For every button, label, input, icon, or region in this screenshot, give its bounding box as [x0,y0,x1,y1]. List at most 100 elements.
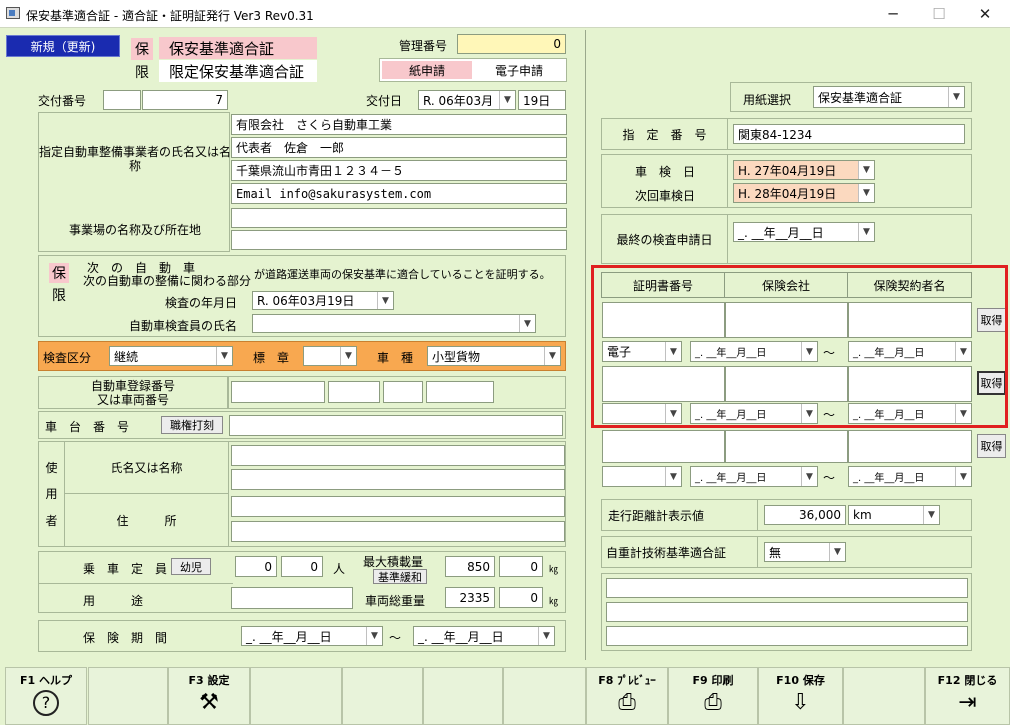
user-address-field-2[interactable] [231,521,565,542]
meter-value-field[interactable]: 36,000 [764,505,846,525]
shop-name-field[interactable]: 有限会社 さくら自動車工業 [231,114,567,135]
tab-electronic[interactable]: 電子申請 [474,61,564,79]
youji-button[interactable]: 幼児 [171,558,211,575]
kanri-number-field[interactable]: 0 [457,34,566,54]
ins3-type-select[interactable]: ▼ [602,466,682,487]
f9-print-key[interactable]: F9 印刷 ⎙ [668,667,758,725]
highlight-box [591,265,1008,428]
kijun-kanwa-button[interactable]: 基準緩和 [373,569,427,584]
f5-key[interactable] [342,667,423,725]
paper-select-row: 用紙選択 保安基準適合証 ▼ [730,82,972,112]
ins3-to-select[interactable]: _. __年__月__日 ▼ [848,466,972,487]
chassis-stamp-button[interactable]: 職権打刻 [161,416,223,434]
stmt-text: が道路運送車両の保安基準に適合していることを証明する。 [254,268,551,281]
total-weight-label: 車両総重量 [365,594,426,608]
maximize-button[interactable]: ☐ [916,0,962,28]
shitei-field[interactable]: 関東84-1234 [733,124,965,144]
kofu-date-month: R. 06年03月 [423,93,494,108]
minimize-button[interactable]: ─ [870,0,916,28]
jousha-b-field[interactable]: 0 [281,556,323,577]
kofu-prefix-field[interactable] [103,90,141,110]
app-icon [6,7,20,19]
reg-number-field[interactable] [426,381,494,403]
last-inspection-select[interactable]: _. __年__月__日 ▼ [733,222,875,242]
ins3-holder-field[interactable] [848,430,972,463]
shitei-row: 指 定 番 号 関東84-1234 [601,118,972,150]
new-mode-badge[interactable]: 新規（更新) [6,35,120,57]
close-button[interactable]: ✕ [962,0,1008,28]
window-title: 保安基準適合証 - 適合証・証明証発行 Ver3 Rev0.31 [26,9,314,23]
f7-key[interactable] [503,667,586,725]
insurance-from-select[interactable]: _. __年__月__日 ▼ [241,626,383,646]
column-divider [585,30,586,660]
jiju-value: 無 [769,545,782,560]
f3-settings-key[interactable]: F3 設定 ⚒ [168,667,250,725]
shop-rep-field[interactable]: 代表者 佐倉 一郎 [231,137,567,158]
f4-key[interactable] [250,667,342,725]
cert-type-standard[interactable]: 保安基準適合証 [159,37,317,59]
f3-settings-key-label: F3 設定 [188,674,230,687]
user-panel: 使 用 者 氏名又は名称 住 所 [38,441,566,547]
application-tabs: 紙申請 電子申請 [379,58,567,82]
reg-area-field[interactable] [231,381,325,403]
jiju-select[interactable]: 無 ▼ [764,542,846,562]
ins3-from-select[interactable]: _. __年__月__日 ▼ [690,466,818,487]
user-name-field-2[interactable] [231,469,565,490]
paper-select[interactable]: 保安基準適合証 ▼ [813,86,965,108]
next-shaken-select[interactable]: H. 28年04月19日 ▼ [733,183,875,203]
total-a-field[interactable]: 2335 [445,587,495,608]
remarks-field-3[interactable] [606,626,968,646]
max-load-a-field[interactable]: 850 [445,556,495,577]
chevron-down-icon: ▼ [858,161,874,179]
reg-kana-field[interactable] [383,381,423,403]
youto-field[interactable] [231,587,353,609]
kubun-select[interactable]: 継続 ▼ [109,346,233,366]
location-field-2[interactable] [231,230,567,250]
kofu-date-select[interactable]: R. 06年03月 ▼ [418,90,516,110]
cert-statement-panel: 保 限 次 の 自 動 車 次の自動車の整備に関わる部分 が道路運送車両の保安基… [38,255,566,337]
ins3-insurer-field[interactable] [725,430,848,463]
shop-email-field[interactable]: Email info@sakurasystem.com [231,183,567,204]
chevron-down-icon: ▼ [519,315,535,332]
shaken-date-select[interactable]: H. 27年04月19日 ▼ [733,160,875,180]
insurance-to-select[interactable]: _. __年__月__日 ▼ [413,626,555,646]
reg-number-panel [228,376,566,409]
kofu-number-field[interactable]: 7 [142,90,228,110]
f11-key[interactable] [843,667,925,725]
f12-close-key[interactable]: F12 閉じる ⇥ [925,667,1010,725]
chassis-label: 車 台 番 号 [45,420,130,434]
f1-help-key[interactable]: F1 ヘルプ? [5,667,87,725]
inspect-date-value: R. 06年03月19日 [257,294,355,308]
ins3-cert-field[interactable] [602,430,725,463]
f8-preview-key[interactable]: F8 ﾌﾟﾚﾋﾞｭｰ ⎙ [586,667,668,725]
hyosho-select[interactable]: ▼ [303,346,357,366]
remarks-field-1[interactable] [606,578,968,598]
kg-unit-2: ㎏ [549,597,559,607]
inspector-select[interactable]: ▼ [252,314,536,333]
chassis-number-field[interactable] [229,415,563,436]
gen-char: 限 [135,65,149,81]
cert-type-limited[interactable]: 限定保安基準適合証 [159,60,317,82]
f2-key[interactable] [88,667,168,725]
shashu-select[interactable]: 小型貨物 ▼ [427,346,561,366]
location-field-1[interactable] [231,208,567,228]
max-load-b-field[interactable]: 0 [499,556,543,577]
chassis-row: 車 台 番 号 職権打刻 [38,411,566,439]
user-address-field-1[interactable] [231,496,565,517]
meter-unit-select[interactable]: km ▼ [848,505,940,525]
kubun-value: 継続 [114,349,139,364]
kofu-day-field[interactable]: 19日 [518,90,566,110]
inspect-date-select[interactable]: R. 06年03月19日 ▼ [252,291,394,310]
reg-class-field[interactable] [328,381,380,403]
ins3-get-button[interactable]: 取得 [977,434,1006,458]
f6-key[interactable] [423,667,503,725]
total-b-field[interactable]: 0 [499,587,543,608]
remarks-field-2[interactable] [606,602,968,622]
f10-save-key[interactable]: F10 保存 ⇩ [758,667,843,725]
shop-address-field[interactable]: 千葉県流山市青田１２３４－５ [231,160,567,181]
chevron-down-icon: ▼ [955,467,971,486]
user-name-field-1[interactable] [231,445,565,466]
jousha-a-field[interactable]: 0 [235,556,277,577]
reg-label-line2: 又は車両番号 [96,392,169,407]
tab-paper[interactable]: 紙申請 [382,61,472,79]
